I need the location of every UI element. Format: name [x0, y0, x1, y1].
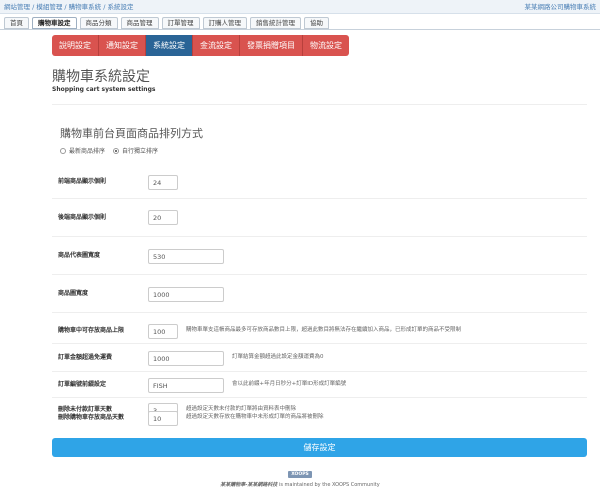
footer-site-link[interactable]: 某某購物車-某某網路科技: [220, 482, 277, 488]
cart-days-input[interactable]: [148, 411, 178, 426]
tab-notification[interactable]: 通知設定: [99, 35, 146, 56]
footer: XOOPS 某某購物車-某某網路科技 is maintained by the …: [0, 460, 600, 488]
main-menu: 首頁 購物車設定 商品分類 商品管理 訂單管理 訂購人管理 銷售統計管理 協助: [4, 17, 329, 29]
row-divider: [52, 236, 587, 237]
row-divider: [52, 198, 587, 199]
menu-item-orders[interactable]: 訂單管理: [161, 17, 200, 29]
cart-limit-help: 購物車單支這帳商品最多可存放商品數目上限，超過此數目將無法存在繼續加入商品，已形…: [186, 327, 462, 333]
menu-item-cart-settings[interactable]: 購物車設定: [32, 17, 77, 29]
radio-newest[interactable]: 最新商品排序: [60, 146, 105, 155]
divider: [52, 104, 587, 105]
row-divider: [52, 274, 587, 275]
page-subtitle: Shopping cart system settings: [52, 86, 156, 93]
settings-tabs: 說明設定 通知設定 系統設定 金流設定 發票捐贈項目 物流設定: [52, 35, 349, 56]
menu-item-customers[interactable]: 訂購人管理: [202, 17, 247, 29]
tab-payment[interactable]: 金流設定: [193, 35, 240, 56]
footer-maintained: is maintained by the XOOPS Community: [278, 482, 380, 488]
thumb-width-input[interactable]: [148, 249, 224, 264]
free-shipping-label: 訂單金額超過免運費: [58, 354, 113, 361]
breadcrumb[interactable]: 網站管理 / 模組管理 / 購物車系統 / 系統設定: [4, 1, 133, 11]
back-count-label: 後端商品顯示個則: [58, 214, 107, 221]
radio-custom[interactable]: 自行獨立排序: [113, 146, 158, 155]
order-prefix-help: 會以此前綴+年月日秒分+訂單ID形成訂單編號: [232, 381, 347, 387]
order-prefix-label: 訂單編號前綴設定: [58, 381, 107, 388]
menu-item-home[interactable]: 首頁: [4, 17, 29, 29]
section-title: 購物車前台頁面商品排列方式: [60, 127, 203, 140]
row-divider: [52, 397, 587, 398]
front-count-label: 前端商品顯示個則: [58, 178, 107, 185]
row-divider: [52, 371, 587, 372]
order-prefix-input[interactable]: [148, 378, 224, 393]
radio-newest-circle[interactable]: [60, 147, 66, 154]
free-shipping-input[interactable]: [148, 351, 224, 366]
menu-item-help[interactable]: 協助: [304, 17, 329, 29]
save-button[interactable]: 儲存設定: [52, 438, 587, 457]
radio-newest-label: 最新商品排序: [69, 148, 106, 155]
page-title: 購物車系統設定: [52, 69, 150, 85]
site-name[interactable]: 某某網路公司購物車系統: [525, 1, 597, 11]
back-count-input[interactable]: [148, 210, 178, 225]
free-shipping-help: 訂單結算金額超過此設定金額運費為0: [232, 354, 324, 360]
cart-days-help: 超過設定天數存放在購物車中未形成訂單的商品將被刪除: [186, 414, 324, 420]
footer-text: 某某購物車-某某網路科技 is maintained by the XOOPS …: [0, 481, 600, 488]
menu-item-sales-stats[interactable]: 銷售統計管理: [250, 17, 301, 29]
menu-item-categories[interactable]: 商品分類: [79, 17, 118, 29]
radio-custom-circle[interactable]: [113, 147, 120, 154]
tab-shipping[interactable]: 物流設定: [303, 35, 349, 56]
sort-options: 最新商品排序 自行獨立排序: [60, 146, 158, 155]
cart-days-label: 刪除購物車存放商品天數: [58, 414, 125, 421]
menu-item-products[interactable]: 商品管理: [120, 17, 159, 29]
image-width-label: 商品圖寬度: [58, 290, 89, 297]
radio-custom-label: 自行獨立排序: [122, 148, 159, 155]
menu-divider: [0, 29, 600, 30]
thumb-width-label: 商品代表圖寬度: [58, 252, 101, 259]
cart-limit-input[interactable]: [148, 324, 178, 339]
unpaid-days-help: 超過設定天數未付款的訂單將由資料表中刪除: [186, 406, 297, 412]
tab-invoice-donation[interactable]: 發票捐贈項目: [240, 35, 303, 56]
row-divider: [52, 312, 587, 313]
xoops-badge[interactable]: XOOPS: [288, 471, 312, 478]
cart-limit-label: 購物車中可存放商品上限: [58, 327, 125, 334]
front-count-input[interactable]: [148, 175, 178, 190]
tab-system[interactable]: 系統設定: [146, 35, 193, 56]
top-bar: 網站管理 / 模組管理 / 購物車系統 / 系統設定 某某網路公司購物車系統: [0, 0, 600, 14]
tab-description[interactable]: 說明設定: [52, 35, 99, 56]
row-divider: [52, 343, 587, 344]
image-width-input[interactable]: [148, 287, 224, 302]
